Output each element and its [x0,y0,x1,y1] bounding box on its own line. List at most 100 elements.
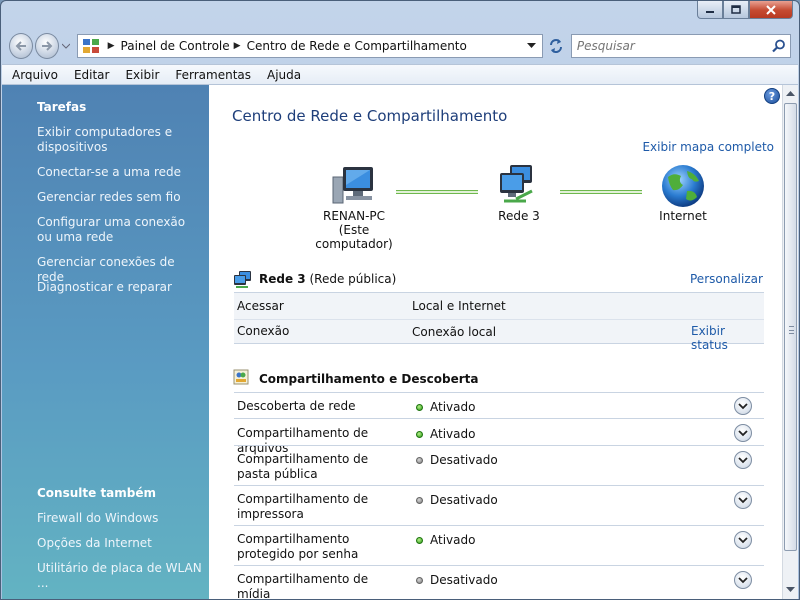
customize-link[interactable]: Personalizar [690,272,763,286]
vertical-scrollbar[interactable] [782,85,798,599]
search-box [570,34,792,58]
forward-arrow-icon [42,41,53,51]
sharing-status: Desativado [416,493,498,507]
menu-editar[interactable]: Editar [74,68,110,82]
scroll-down-button[interactable] [783,582,798,598]
sharing-status: Desativado [416,573,498,587]
status-text: Ativado [430,400,476,414]
breadcrumb-control-panel[interactable]: Painel de Controle [121,39,230,53]
sharing-label: Compartilhamento de mídia [237,572,369,600]
chevron-down-icon [738,429,748,436]
access-label: Acessar [237,299,284,313]
view-status-link[interactable]: Exibir status [691,324,764,352]
see-also-internet-options[interactable]: Opções da Internet [37,536,202,551]
expand-button[interactable] [734,424,752,442]
address-dropdown-button[interactable] [522,35,542,57]
expand-button[interactable] [734,397,752,415]
address-bar[interactable]: ▶ Painel de Controle ▶ Centro de Rede e … [76,34,543,58]
chevron-down-icon [786,587,795,592]
chevron-up-icon [786,91,795,96]
task-manage-wireless[interactable]: Gerenciar redes sem fio [37,190,202,205]
task-view-computers[interactable]: Exibir computadores e dispositivos [37,125,202,155]
computer-subtitle: (Este computador) [315,223,393,251]
sharing-status: Desativado [416,453,498,467]
map-node-internet[interactable]: Internet [639,163,727,223]
grip-icon [789,326,794,334]
access-value: Local e Internet [412,299,506,313]
refresh-button[interactable] [545,34,567,58]
breadcrumb-arrow-icon: ▶ [107,41,115,51]
help-button[interactable]: ? [764,88,780,104]
status-text: Ativado [430,427,476,441]
sharing-icon [233,369,249,385]
connection-value: Conexão local [412,325,497,339]
close-button[interactable] [749,1,793,19]
map-node-computer[interactable]: RENAN-PC (Este computador) [299,163,409,251]
refresh-icon [549,39,562,53]
globe-icon [662,165,704,207]
connection-line [396,190,478,194]
sharing-label: Compartilhamento de impressora [237,492,369,521]
window: ▶ Painel de Controle ▶ Centro de Rede e … [0,0,800,600]
status-off-icon [416,496,423,504]
status-off-icon [416,456,423,464]
sharing-label: Compartilhamento protegido por senha [237,532,359,561]
divider [234,525,764,526]
search-button[interactable] [768,39,790,53]
sharing-status: Ativado [416,427,475,441]
scrollbar-thumb[interactable] [784,103,797,551]
back-button[interactable] [9,33,34,59]
divider [234,445,764,446]
divider [234,392,764,393]
sharing-status: Ativado [416,400,475,414]
menu-ajuda[interactable]: Ajuda [267,68,301,82]
expand-button[interactable] [734,451,752,469]
chevron-down-icon [62,43,70,49]
task-setup-connection[interactable]: Configurar uma conexão ou uma rede [37,215,202,245]
control-panel-icon [82,39,99,53]
recent-pages-dropdown[interactable] [61,33,70,59]
minimize-button[interactable] [697,1,723,19]
network-name: Rede 3 [259,272,306,286]
chevron-down-icon [527,43,537,48]
page-title: Centro de Rede e Compartilhamento [232,107,508,125]
forward-button[interactable] [35,33,60,59]
menu-bar: Arquivo Editar Exibir Ferramentas Ajuda [2,64,798,85]
network-heading: Rede 3 (Rede pública) [259,272,396,286]
caption-buttons [697,1,793,19]
expand-button[interactable] [734,531,752,549]
task-diagnose-repair[interactable]: Diagnosticar e reparar [37,280,202,295]
minimize-icon [706,10,714,13]
chevron-down-icon [738,536,748,543]
back-arrow-icon [15,41,27,51]
sharing-heading: Compartilhamento e Descoberta [259,372,479,386]
task-connect-network[interactable]: Conectar-se a uma rede [37,165,202,180]
expand-button[interactable] [734,571,752,589]
computer-name: RENAN-PC [322,209,386,223]
sharing-label: Compartilhamento de pasta pública [237,452,369,481]
divider [234,418,764,419]
see-also-firewall[interactable]: Firewall do Windows [37,511,202,526]
map-node-network[interactable]: Rede 3 [474,163,564,223]
sharing-status: Ativado [416,533,475,547]
status-on-icon [416,430,423,438]
network-details-box: Acessar Local e Internet Conexão Conexão… [234,292,764,352]
status-on-icon [416,403,423,411]
search-icon [772,39,785,53]
status-text: Ativado [430,533,476,547]
menu-ferramentas[interactable]: Ferramentas [175,68,251,82]
expand-button[interactable] [734,491,752,509]
navigation-bar: ▶ Painel de Controle ▶ Centro de Rede e … [9,29,792,63]
full-map-link[interactable]: Exibir mapa completo [642,140,774,154]
search-input[interactable] [571,39,769,53]
maximize-button[interactable] [723,1,749,19]
breadcrumb-network-center[interactable]: Centro de Rede e Compartilhamento [247,39,467,53]
connection-line [560,190,642,194]
menu-arquivo[interactable]: Arquivo [12,68,58,82]
scroll-up-button[interactable] [783,86,798,102]
see-also-wlan-utility[interactable]: Utilitário de placa de WLAN ... [37,561,202,591]
chevron-down-icon [738,576,748,583]
divider [234,565,764,566]
breadcrumb-arrow-icon[interactable]: ▶ [234,41,241,51]
menu-exibir[interactable]: Exibir [125,68,159,82]
